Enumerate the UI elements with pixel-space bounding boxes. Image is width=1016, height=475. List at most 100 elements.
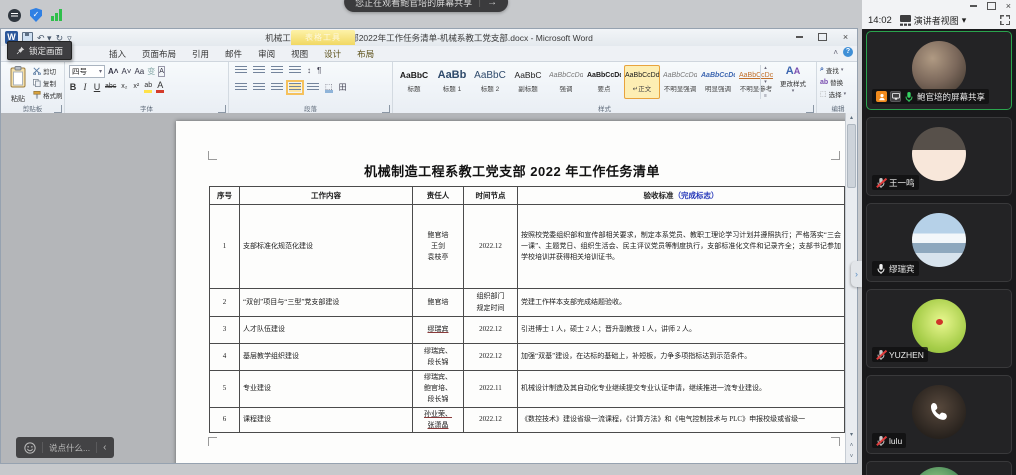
cell-task[interactable]: “双创”项目与“三型”党支部建设 (240, 289, 413, 317)
find-button[interactable]: ⌕查找▾ (820, 65, 846, 75)
sort-button[interactable]: ↕ (307, 66, 311, 75)
style-chip-subtitle[interactable]: AaBbC副标题 (510, 65, 546, 99)
style-chip-normal[interactable]: AaBbCcDd↵正文 (624, 65, 660, 99)
participant-tile[interactable]: 王一鸣 (866, 117, 1012, 196)
decrease-indent-button[interactable] (289, 66, 301, 75)
format-painter-button[interactable]: 格式刷 (33, 90, 63, 100)
header-task[interactable]: 工作内容 (240, 187, 413, 205)
show-marks-button[interactable]: ¶ (317, 66, 321, 75)
tab-references[interactable]: 引用 (184, 47, 217, 61)
participant-tile[interactable]: 缪瑞宾 (866, 203, 1012, 282)
cell-person[interactable]: 缪瑞宾、 鲍官培、 段长锦 (413, 371, 464, 408)
cell-task[interactable]: 人才队伍建设 (240, 317, 413, 344)
cell-criteria[interactable]: 党建工作样本支部完成结题验收。 (518, 289, 845, 317)
maximize-button[interactable] (987, 1, 996, 11)
shrink-font-button[interactable]: A˅ (121, 66, 131, 77)
previous-page-icon[interactable]: ˄ (850, 441, 854, 451)
select-button[interactable]: ⬚选择▾ (820, 89, 846, 99)
underline-button[interactable]: U (93, 81, 101, 93)
copy-button[interactable]: 复制 (33, 78, 63, 88)
multilevel-list-button[interactable] (271, 66, 283, 75)
header-no[interactable]: 序号 (210, 187, 240, 205)
help-icon[interactable]: ? (843, 47, 853, 57)
cell-time[interactable]: 2022.12 (464, 205, 518, 289)
cell-criteria[interactable]: 引进博士 1 人，硕士 2 人；晋升副教授 1 人，讲师 2 人。 (518, 317, 845, 344)
participant-tile[interactable]: lulu (866, 375, 1012, 454)
cell-criteria[interactable]: 加强“双基”建设，在达标的基础上，补短板，力争多项指标达到示范条件。 (518, 344, 845, 371)
cell-task[interactable]: 专业建设 (240, 371, 413, 408)
superscript-button[interactable]: x² (132, 81, 140, 93)
close-button[interactable]: × (1006, 1, 1011, 11)
cell-no[interactable]: 5 (210, 371, 240, 408)
tab-insert[interactable]: 插入 (101, 47, 134, 61)
cell-person[interactable]: 鲍官培 王剑 袁枝亭 (413, 205, 464, 289)
styles-gallery-scroll[interactable]: ▴▾≡ (760, 65, 770, 99)
cell-person[interactable]: 鲍官培 (413, 289, 464, 317)
char-border-button[interactable]: A (158, 66, 165, 77)
distribute-button[interactable] (307, 83, 319, 92)
bullets-button[interactable] (235, 66, 247, 75)
change-case-button[interactable]: Aa (134, 66, 144, 77)
participant-tile[interactable] (866, 461, 1012, 475)
style-chip-heading[interactable]: AaBbC标题 (396, 65, 432, 99)
change-styles-button[interactable]: AA 更改样式▾ (774, 65, 812, 94)
cell-task[interactable]: 基层教学组织建设 (240, 344, 413, 371)
cell-no[interactable]: 1 (210, 205, 240, 289)
network-signal-icon[interactable] (51, 9, 62, 21)
vertical-scrollbar[interactable]: ▴ ▾ ˄ ˅ (845, 113, 857, 463)
cell-time[interactable]: 2022.12 (464, 317, 518, 344)
cell-person[interactable]: 缪瑞宾、 段长锦 (413, 344, 464, 371)
bold-button[interactable]: B (69, 81, 77, 93)
scroll-down-icon[interactable]: ▾ (850, 430, 853, 440)
clipboard-dialog-launcher[interactable] (54, 105, 62, 113)
cell-task[interactable]: 支部标准化规范化建设 (240, 205, 413, 289)
scrollbar-thumb[interactable] (847, 124, 856, 188)
subscript-button[interactable]: x₂ (120, 81, 128, 93)
borders-button[interactable]: 田 (339, 82, 347, 93)
style-chip-subtle-emphasis[interactable]: AaBbCcDd不明显强调 (662, 65, 698, 99)
close-button[interactable]: × (837, 31, 854, 42)
shield-icon[interactable]: ✓ (30, 8, 42, 22)
cell-time[interactable]: 2022.12 (464, 344, 518, 371)
tab-table-layout[interactable]: 布局 (349, 47, 382, 61)
style-chip-heading1[interactable]: AaBb标题 1 (434, 65, 470, 99)
style-chip-strong[interactable]: AaBbCcDc要点 (586, 65, 622, 99)
collapse-ribbon-icon[interactable]: ˄ (833, 48, 838, 57)
video-panel-collapse-handle[interactable]: › (851, 261, 862, 287)
header-criteria[interactable]: 验收标准（完成标志） (518, 187, 845, 205)
cell-criteria[interactable]: 按照校党委组织部和宣传部相关要求，制定本系党员、教职工理论学习计划并遵照执行；严… (518, 205, 845, 289)
align-center-button[interactable] (253, 83, 265, 92)
style-chip-intense-emphasis[interactable]: AaBbCcDc明显强调 (700, 65, 736, 99)
tab-page-layout[interactable]: 页面布局 (134, 47, 184, 61)
cell-person[interactable]: 孙业荣、 张潇晶 (413, 407, 464, 432)
cell-no[interactable]: 6 (210, 407, 240, 432)
chat-input[interactable]: 说点什么... (49, 442, 90, 454)
cell-criteria[interactable]: 《数控技术》建设省级一流课程，《计算方法》和《电气控制技术与 PLC》申报校级或… (518, 407, 845, 432)
emoji-icon[interactable] (24, 442, 36, 454)
header-time[interactable]: 时间节点 (464, 187, 518, 205)
font-color-button[interactable]: A (156, 81, 164, 93)
highlight-color-button[interactable]: ab (144, 81, 152, 93)
cell-no[interactable]: 3 (210, 317, 240, 344)
grow-font-button[interactable]: A˄ (108, 66, 118, 77)
view-mode-button[interactable]: 演讲者视图 ▾ (900, 14, 967, 27)
cell-task[interactable]: 课程建设 (240, 407, 413, 432)
paragraph-dialog-launcher[interactable] (382, 105, 390, 113)
style-chip-emphasis[interactable]: AaBbCcDd强调 (548, 65, 584, 99)
minimize-button[interactable] (791, 31, 808, 42)
lock-view-tooltip[interactable]: 锁定画面 (7, 41, 72, 60)
chat-collapse-icon[interactable]: ‹ (103, 442, 106, 453)
cell-criteria[interactable]: 机械设计制造及其自动化专业继续提交专业认证申请，继续推进一流专业建设。 (518, 371, 845, 408)
document-page[interactable]: 机械制造工程系教工党支部 2022 年工作任务清单 序号 工作内容 责任人 时间… (176, 121, 848, 463)
tab-table-design[interactable]: 设计 (316, 47, 349, 61)
strikethrough-button[interactable]: abc (105, 81, 116, 93)
cell-time[interactable]: 2022.11 (464, 371, 518, 408)
minimize-button[interactable] (970, 1, 977, 11)
align-left-button[interactable] (235, 83, 247, 92)
status-icon[interactable] (8, 9, 21, 22)
italic-button[interactable]: I (81, 81, 89, 93)
watching-screen-banner[interactable]: 您正在观看鲍官培的屏幕共享 → (344, 0, 508, 12)
participant-tile-sharer[interactable]: 鲍官培的屏幕共享 (866, 31, 1012, 110)
document-heading[interactable]: 机械制造工程系教工党支部 2022 年工作任务清单 (196, 161, 828, 180)
tab-review[interactable]: 审阅 (250, 47, 283, 61)
